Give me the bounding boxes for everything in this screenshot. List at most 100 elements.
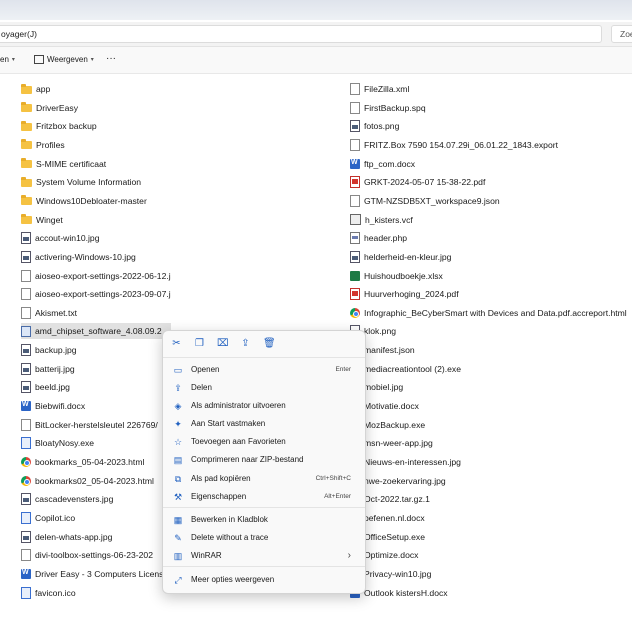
- file-row[interactable]: System Volume Information: [21, 174, 171, 190]
- path-field[interactable]: oyager(J): [0, 25, 602, 43]
- title-strip: [0, 0, 632, 20]
- file-row[interactable]: Copilot.ico: [21, 510, 171, 526]
- file-row[interactable]: Oct-2022.tar.gz.1: [350, 491, 632, 507]
- delete-icon[interactable]: 🗑: [263, 338, 276, 349]
- file-row[interactable]: Windows10Debloater-master: [21, 193, 171, 209]
- file-icon: [21, 269, 31, 282]
- file-name: divi-toolbox-settings-06-23-202: [35, 550, 153, 561]
- file-row[interactable]: aioseo-export-settings-2022-06-12.json: [21, 268, 171, 284]
- file-row[interactable]: Huishoudboekje.xlsx: [350, 268, 632, 284]
- file-name: Nieuws-en-interessen.jpg: [364, 457, 461, 467]
- file-row[interactable]: FirstBackup.spq: [350, 100, 632, 116]
- code-file-icon: [350, 232, 360, 245]
- file-row[interactable]: beeld.jpg: [21, 379, 171, 395]
- chevron-right-icon: ›: [347, 550, 351, 561]
- file-name: delen-whats-app.jpg: [35, 531, 113, 542]
- context-menu-label: Openen: [191, 365, 220, 374]
- file-row[interactable]: Motivatie.docx: [350, 398, 632, 414]
- file-row[interactable]: Optimize.docx: [350, 547, 632, 563]
- file-row[interactable]: Huurverhoging_2024.pdf: [350, 286, 632, 302]
- context-menu-item[interactable]: ▦ Bewerken in Kladblok: [167, 511, 361, 528]
- file-row[interactable]: MozBackup.exe: [350, 417, 632, 433]
- file-row[interactable]: cascadevensters.jpg: [21, 491, 171, 507]
- file-row[interactable]: Driver Easy - 3 Computers Licens: [21, 566, 171, 582]
- file-row[interactable]: manifest.json: [350, 342, 632, 358]
- copy-icon[interactable]: ❐: [194, 338, 205, 349]
- search-input[interactable]: Zoe: [611, 25, 632, 43]
- file-row[interactable]: ftp_com.docx: [350, 156, 632, 172]
- file-row[interactable]: mediacreationtool (2).exe: [350, 361, 632, 377]
- file-row[interactable]: amd_chipset_software_4.08.09.2: [21, 323, 171, 340]
- file-row[interactable]: backup.jpg: [21, 342, 171, 358]
- file-row[interactable]: header.php: [350, 230, 632, 246]
- file-row[interactable]: app: [21, 81, 171, 97]
- file-icon: [350, 101, 360, 114]
- file-row[interactable]: BitLocker-herstelsleutel 226769/: [21, 417, 171, 433]
- file-row[interactable]: activering-Windows-10.jpg: [21, 249, 171, 265]
- context-menu-item[interactable]: ☆ Toevoegen aan Favorieten: [167, 433, 361, 450]
- context-menu-item[interactable]: ⧉ Als pad kopiëren Ctrl+Shift+C: [167, 470, 361, 487]
- file-row[interactable]: h_kisters.vcf: [350, 212, 632, 228]
- rename-icon[interactable]: ⌧: [217, 338, 229, 349]
- file-name: DriverEasy: [36, 102, 79, 113]
- file-row[interactable]: Privacy-win10.jpg: [350, 566, 632, 582]
- file-row[interactable]: helderheid-en-kleur.jpg: [350, 249, 632, 265]
- context-menu-item[interactable]: ⤢ Meer opties weergeven: [167, 571, 361, 588]
- word-doc-icon: [350, 158, 360, 169]
- file-name: GRKT-2024-05-07 15-38-22.pdf: [364, 177, 486, 188]
- file-row[interactable]: Fritzbox backup: [21, 118, 171, 134]
- image-file-icon: [21, 362, 31, 375]
- cut-icon[interactable]: ✂: [171, 338, 182, 349]
- file-row[interactable]: bookmarks_05-04-2023.html: [21, 454, 171, 470]
- file-row[interactable]: GTM-NZSDB5XT_workspace9.json: [350, 193, 632, 209]
- file-row[interactable]: FRITZ.Box 7590 154.07.29i_06.01.22_1843.…: [350, 137, 632, 153]
- sort-button[interactable]: en ▾: [0, 55, 15, 64]
- context-menu-shortcut: Enter: [335, 366, 351, 373]
- file-row[interactable]: mobiel.jpg: [350, 379, 632, 395]
- context-menu-label: Delen: [191, 383, 212, 392]
- context-menu-item[interactable]: ▥ WinRAR ›: [167, 547, 361, 564]
- file-row[interactable]: divi-toolbox-settings-06-23-202: [21, 547, 171, 563]
- more-button[interactable]: ···: [106, 53, 116, 64]
- context-menu-item[interactable]: ✦ Aan Start vastmaken: [167, 415, 361, 432]
- context-menu-item[interactable]: ⚒ Eigenschappen Alt+Enter: [167, 488, 361, 505]
- file-row[interactable]: OfficeSetup.exe: [350, 529, 632, 545]
- file-row[interactable]: bookmarks02_05-04-2023.html: [21, 473, 171, 489]
- file-row[interactable]: Biebwifi.docx: [21, 398, 171, 414]
- file-row[interactable]: Nieuws-en-interessen.jpg: [350, 454, 632, 470]
- file-row[interactable]: favicon.ico: [21, 585, 171, 601]
- context-menu-item[interactable]: ⇪ Delen: [167, 379, 361, 396]
- file-row[interactable]: Profiles: [21, 137, 171, 153]
- context-menu-item[interactable]: ▭ Openen Enter: [167, 361, 361, 378]
- file-row[interactable]: oefenen.nl.docx: [350, 510, 632, 526]
- file-name: Akismet.txt: [35, 307, 78, 318]
- context-menu-label: Aan Start vastmaken: [191, 419, 266, 428]
- file-row[interactable]: fotos.png: [350, 118, 632, 134]
- file-row[interactable]: BloatyNosy.exe: [21, 435, 171, 451]
- file-row[interactable]: Akismet.txt: [21, 305, 171, 321]
- view-button[interactable]: Weergeven ▾: [34, 55, 94, 64]
- context-menu: ✂ ❐ ⌧ ⇪ 🗑 ▭ Openen Enter ⇪ Delen ◈ Als administrat…: [162, 330, 366, 594]
- file-icon: [21, 306, 31, 319]
- file-row[interactable]: GRKT-2024-05-07 15-38-22.pdf: [350, 174, 632, 190]
- file-row[interactable]: msn-weer-app.jpg: [350, 435, 632, 451]
- context-menu-item[interactable]: ✎ Delete without a trace: [167, 529, 361, 546]
- file-row[interactable]: batterij.jpg: [21, 361, 171, 377]
- image-file-icon: [350, 120, 360, 133]
- file-row[interactable]: Outlook kistersH.docx: [350, 585, 632, 601]
- context-menu-item[interactable]: ▤ Comprimeren naar ZIP-bestand: [167, 451, 361, 468]
- share-icon[interactable]: ⇪: [240, 338, 251, 349]
- file-row[interactable]: aioseo-export-settings-2023-09-07.json: [21, 286, 171, 302]
- file-row[interactable]: nwe-zoekervaring.jpg: [350, 473, 632, 489]
- file-row[interactable]: delen-whats-app.jpg: [21, 529, 171, 545]
- context-menu-item[interactable]: ◈ Als administrator uitvoeren: [167, 397, 361, 414]
- file-row[interactable]: DriverEasy: [21, 100, 171, 116]
- file-row[interactable]: Winget: [21, 212, 171, 228]
- file-row[interactable]: FileZilla.xml: [350, 81, 632, 97]
- file-row[interactable]: Infographic_BeCyberSmart with Devices an…: [350, 305, 632, 321]
- file-row[interactable]: accout-win10.jpg: [21, 230, 171, 246]
- file-row[interactable]: S-MIME certificaat: [21, 156, 171, 172]
- file-name: Huishoudboekje.xlsx: [364, 270, 443, 281]
- file-name: oefenen.nl.docx: [364, 512, 425, 523]
- file-row[interactable]: klok.png: [350, 323, 632, 339]
